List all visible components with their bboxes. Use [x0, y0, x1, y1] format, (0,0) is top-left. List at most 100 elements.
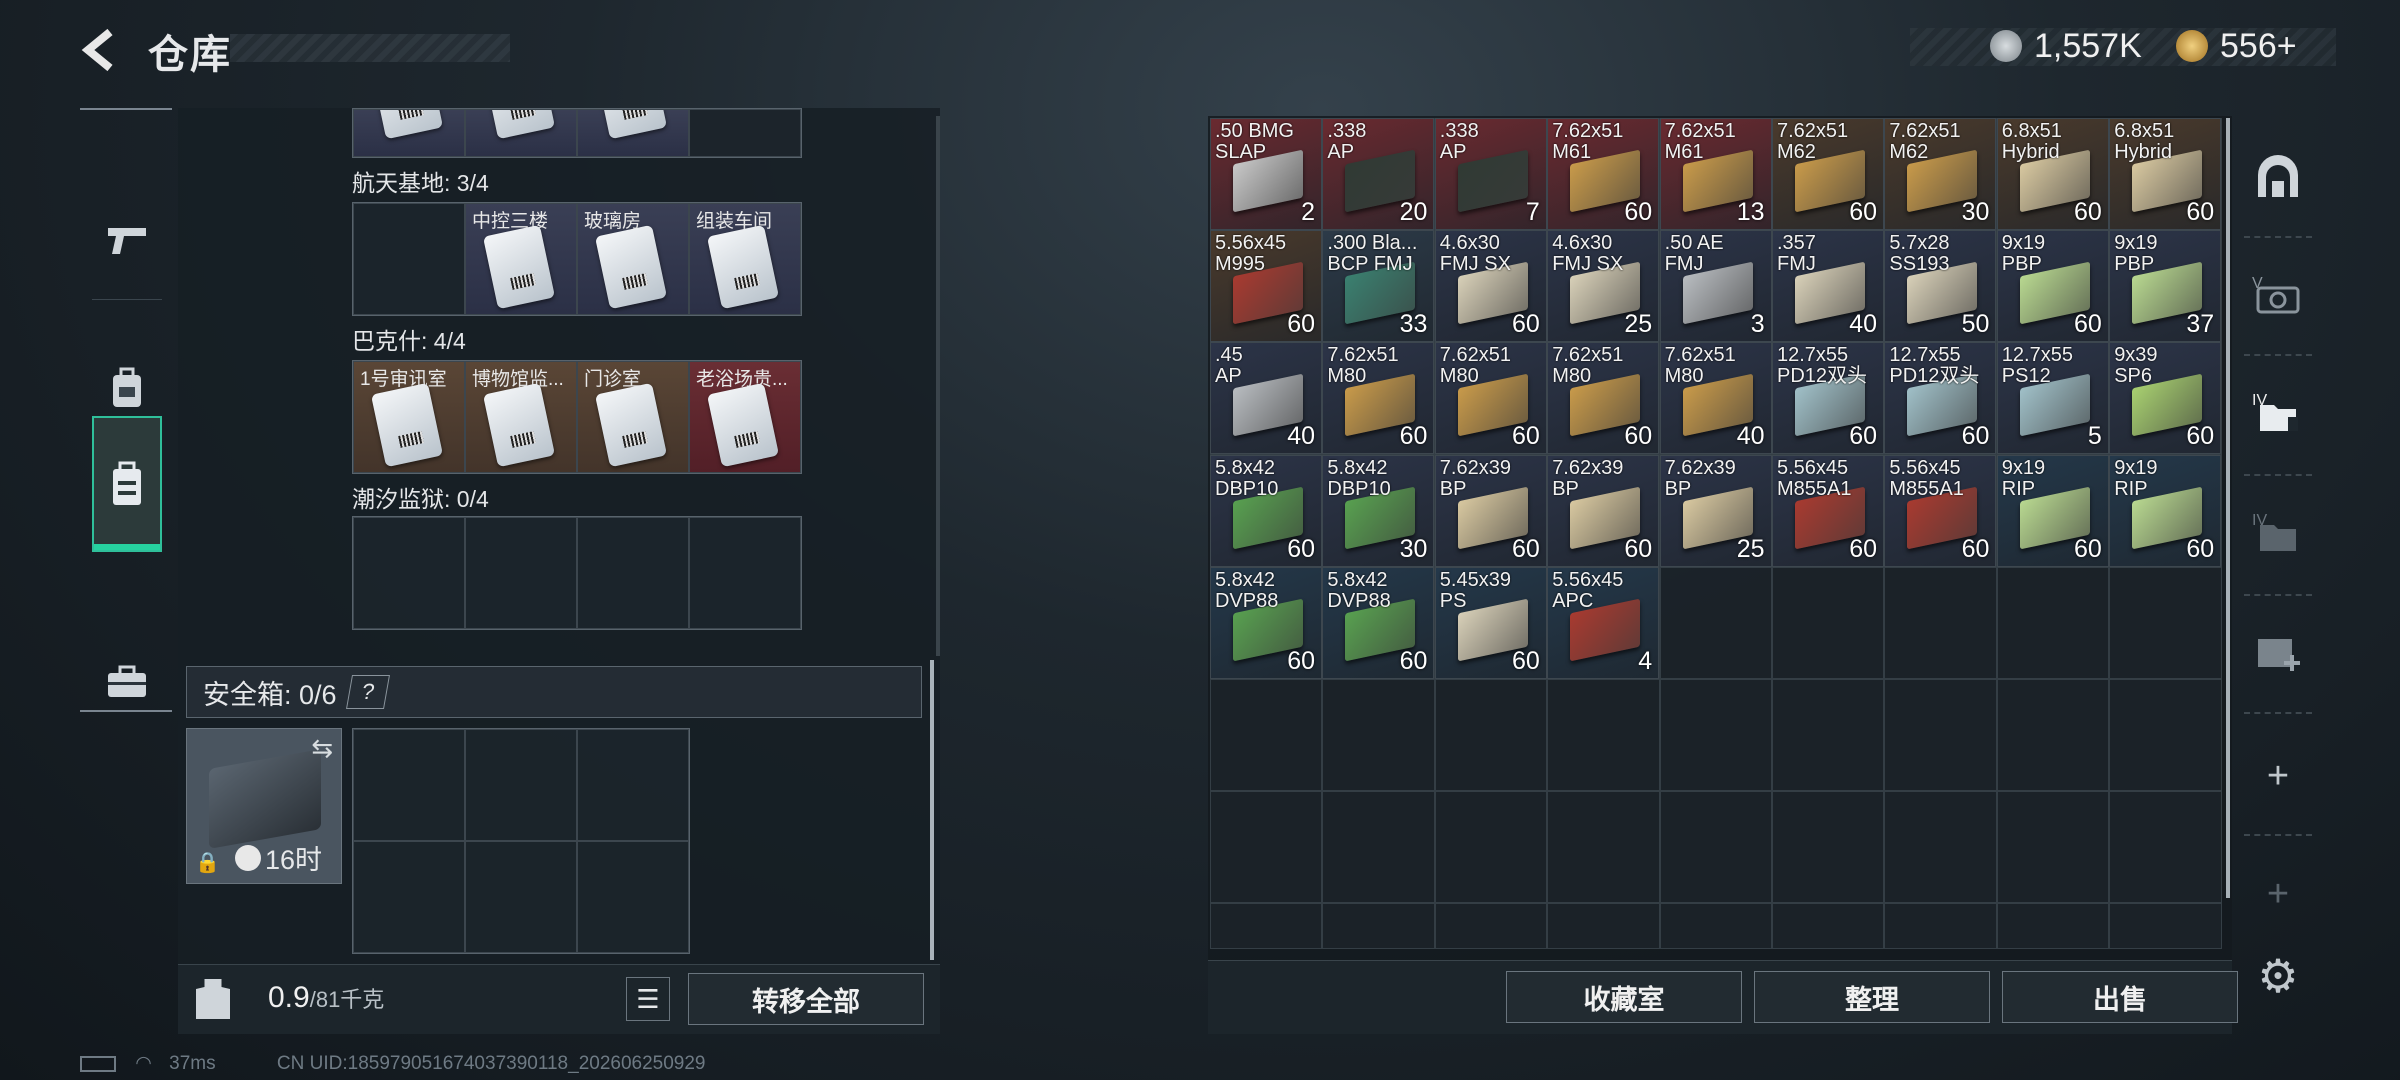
- ammo-item[interactable]: .50 BMG SLAP 2: [1210, 118, 1322, 230]
- empty-slot[interactable]: [577, 841, 689, 953]
- empty-inventory-slot[interactable]: [1996, 791, 2110, 904]
- organize-button[interactable]: 整理: [1754, 971, 1990, 1023]
- ammo-item[interactable]: 7.62x51 M61 60: [1547, 118, 1660, 230]
- empty-inventory-slot[interactable]: [1659, 566, 1772, 679]
- ammo-item[interactable]: 9x19 PBP 60: [1996, 230, 2109, 343]
- empty-inventory-slot[interactable]: [1210, 791, 1323, 904]
- empty-inventory-slot[interactable]: [2109, 903, 2222, 950]
- empty-slot[interactable]: [689, 517, 801, 629]
- ammo-item[interactable]: 7.62x51 M80 60: [1434, 342, 1547, 455]
- scrollbar-thumb[interactable]: [930, 660, 934, 960]
- empty-inventory-slot[interactable]: [1434, 903, 1548, 950]
- ammo-item[interactable]: 5.45x39 PS 60: [1434, 566, 1547, 679]
- back-button[interactable]: [78, 24, 122, 76]
- ammo-item[interactable]: 12.7x55 PS12 5: [1996, 342, 2109, 455]
- ammo-item[interactable]: 5.56x45 M855A1 60: [1884, 454, 1997, 567]
- empty-inventory-slot[interactable]: [1547, 791, 1660, 904]
- empty-inventory-slot[interactable]: [1884, 566, 1997, 679]
- help-button[interactable]: ?: [345, 675, 390, 709]
- ammo-item[interactable]: 7.62x39 BP 60: [1434, 454, 1547, 567]
- plus-icon[interactable]: +: [2250, 748, 2306, 804]
- ammo-item[interactable]: 7.62x51 M80 60: [1547, 342, 1660, 455]
- vault-icon[interactable]: [2250, 148, 2306, 204]
- settings-gear-icon[interactable]: ⚙: [2250, 948, 2306, 1004]
- ammo-item[interactable]: 5.56x45 M855A1 60: [1772, 454, 1884, 567]
- key-card-slot[interactable]: 博物馆监...: [465, 361, 577, 473]
- iv-storage-dim-icon[interactable]: IV: [2250, 504, 2306, 560]
- ammo-item[interactable]: 5.8x42 DVP88 60: [1210, 566, 1322, 679]
- ammo-item[interactable]: 9x19 RIP 60: [2109, 454, 2222, 567]
- empty-inventory-slot[interactable]: [1772, 679, 1885, 792]
- empty-inventory-slot[interactable]: [1322, 903, 1435, 950]
- key-slot[interactable]: [465, 109, 577, 157]
- add-box-icon[interactable]: [2250, 624, 2306, 680]
- empty-inventory-slot[interactable]: [1884, 791, 1997, 904]
- empty-inventory-slot[interactable]: [1434, 791, 1548, 904]
- sell-button[interactable]: 出售: [2002, 971, 2238, 1023]
- ammo-item[interactable]: 7.62x39 BP 25: [1659, 454, 1772, 567]
- ammo-item[interactable]: .300 Bla... BCP FMJ 33: [1322, 230, 1435, 343]
- empty-inventory-slot[interactable]: [1210, 903, 1323, 950]
- empty-inventory-slot[interactable]: [1996, 903, 2110, 950]
- key-card-slot[interactable]: 玻璃房: [577, 203, 689, 315]
- key-slot[interactable]: [577, 109, 689, 157]
- ammo-item[interactable]: 6.8x51 Hybrid 60: [1996, 118, 2109, 230]
- nav-weapons[interactable]: [92, 180, 162, 300]
- empty-inventory-slot[interactable]: [2109, 791, 2222, 904]
- safe-box-item[interactable]: ⇆ 🔒 16时: [186, 728, 342, 884]
- ammo-item[interactable]: 5.7x28 SS193 50: [1884, 230, 1997, 343]
- empty-inventory-slot[interactable]: [2109, 566, 2222, 679]
- empty-inventory-slot[interactable]: [1547, 679, 1660, 792]
- ammo-item[interactable]: .45 AP 40: [1210, 342, 1322, 455]
- key-card-slot[interactable]: 老浴场贵...: [689, 361, 801, 473]
- list-view-button[interactable]: ☰: [626, 977, 670, 1021]
- ammo-item[interactable]: 12.7x55 PD12双头 60: [1884, 342, 1997, 455]
- ammo-item[interactable]: 7.62x51 M61 13: [1659, 118, 1772, 230]
- ammo-item[interactable]: 5.8x42 DVP88 60: [1322, 566, 1435, 679]
- empty-slot[interactable]: [353, 841, 465, 953]
- empty-inventory-slot[interactable]: [1772, 903, 1885, 950]
- empty-inventory-slot[interactable]: [1996, 679, 2110, 792]
- ammo-item[interactable]: .50 AE FMJ 3: [1659, 230, 1772, 343]
- key-card-slot[interactable]: 1号审讯室: [353, 361, 465, 473]
- empty-inventory-slot[interactable]: [1996, 566, 2110, 679]
- plus-dim-icon[interactable]: +: [2250, 866, 2306, 922]
- empty-slot[interactable]: [353, 517, 465, 629]
- key-card-slot[interactable]: 中控三楼: [465, 203, 577, 315]
- empty-slot[interactable]: [577, 729, 689, 841]
- empty-inventory-slot[interactable]: [1772, 791, 1885, 904]
- empty-slot[interactable]: [353, 203, 465, 315]
- ammo-item[interactable]: 7.62x51 M80 60: [1322, 342, 1435, 455]
- empty-inventory-slot[interactable]: [1210, 679, 1323, 792]
- v-storage-icon[interactable]: V: [2250, 266, 2306, 322]
- ammo-item[interactable]: 12.7x55 PD12双头 60: [1772, 342, 1884, 455]
- empty-slot[interactable]: [465, 729, 577, 841]
- empty-inventory-slot[interactable]: [1547, 903, 1660, 950]
- swap-icon[interactable]: ⇆: [311, 733, 333, 764]
- key-slot[interactable]: [353, 109, 465, 157]
- empty-inventory-slot[interactable]: [1434, 679, 1548, 792]
- ammo-item[interactable]: 5.56x45 APC 4: [1547, 566, 1660, 679]
- ammo-item[interactable]: 5.8x42 DBP10 30: [1322, 454, 1435, 567]
- ammo-item[interactable]: 9x39 SP6 60: [2109, 342, 2222, 455]
- iv-storage-icon[interactable]: IV: [2250, 384, 2306, 440]
- ammo-item[interactable]: 7.62x39 BP 60: [1547, 454, 1660, 567]
- ammo-item[interactable]: 6.8x51 Hybrid 60: [2109, 118, 2222, 230]
- empty-inventory-slot[interactable]: [1884, 903, 1997, 950]
- empty-slot[interactable]: [465, 841, 577, 953]
- empty-slot[interactable]: [689, 109, 801, 157]
- ammo-item[interactable]: 7.62x51 M62 30: [1884, 118, 1997, 230]
- empty-inventory-slot[interactable]: [2109, 679, 2222, 792]
- key-card-slot[interactable]: 门诊室: [577, 361, 689, 473]
- gold-currency[interactable]: 556+: [2176, 26, 2297, 66]
- empty-inventory-slot[interactable]: [1659, 791, 1772, 904]
- ammo-item[interactable]: 7.62x51 M80 40: [1659, 342, 1772, 455]
- ammo-item[interactable]: 7.62x51 M62 60: [1772, 118, 1884, 230]
- empty-inventory-slot[interactable]: [1659, 903, 1772, 950]
- empty-slot[interactable]: [577, 517, 689, 629]
- collection-button[interactable]: 收藏室: [1506, 971, 1742, 1023]
- empty-inventory-slot[interactable]: [1884, 679, 1997, 792]
- empty-slot[interactable]: [353, 729, 465, 841]
- empty-inventory-slot[interactable]: [1322, 679, 1435, 792]
- ammo-item[interactable]: 4.6x30 FMJ SX 60: [1434, 230, 1547, 343]
